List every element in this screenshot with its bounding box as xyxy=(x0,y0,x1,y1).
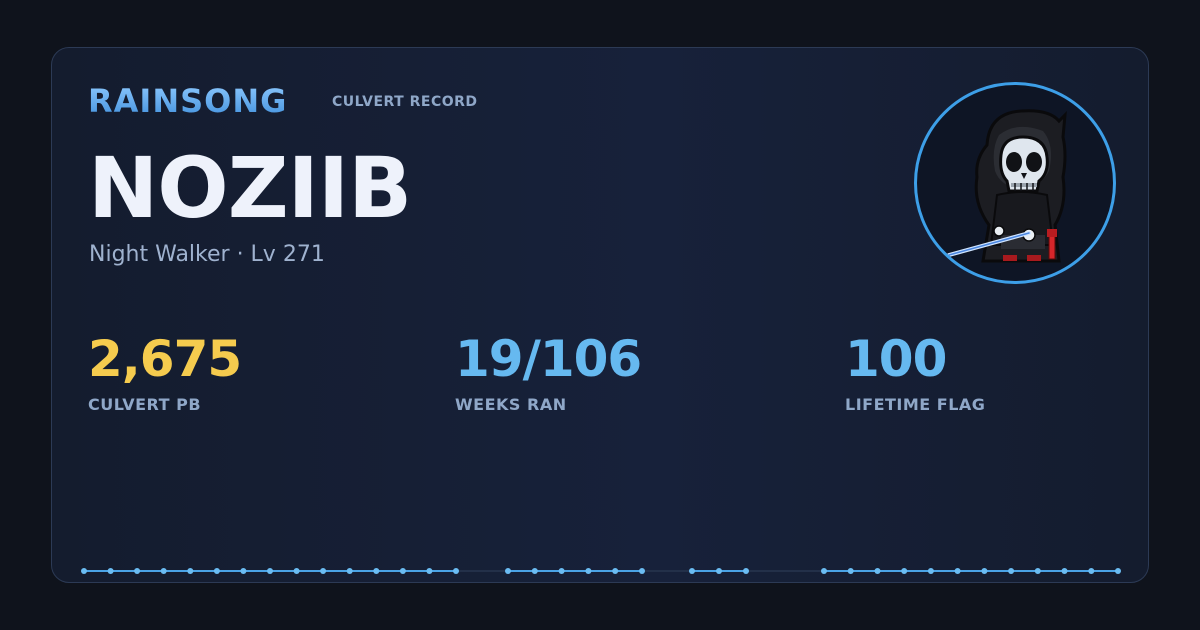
brand-logo: RAINSONG xyxy=(88,82,288,120)
timeline-week-dot xyxy=(612,568,619,574)
timeline-week-dot xyxy=(1034,568,1041,574)
timeline-week-dot xyxy=(716,568,722,574)
character-class-level: Night Walker · Lv 271 xyxy=(89,242,325,267)
timeline-week-dot xyxy=(927,568,934,574)
timeline-week-dot xyxy=(874,568,881,574)
timeline-week-dot xyxy=(1115,568,1121,574)
stat-label: CULVERT PB xyxy=(88,395,202,414)
timeline-week-dot xyxy=(847,568,854,574)
stat-culvert-pb: 2,675 CULVERT PB xyxy=(88,330,242,415)
timeline-week-dot xyxy=(160,568,167,574)
timeline-week-dot xyxy=(1061,568,1068,574)
timeline-week-dot xyxy=(81,568,87,574)
timeline-week-dot xyxy=(531,568,538,574)
stat-value: 100 xyxy=(845,330,947,388)
stat-value: 19/106 xyxy=(455,330,642,388)
avatar xyxy=(914,82,1116,284)
timeline-week-dot xyxy=(585,568,592,574)
timeline-week-dot xyxy=(213,568,220,574)
timeline-week-dot xyxy=(743,568,749,574)
timeline-week-dot xyxy=(821,568,827,574)
timeline-week-dot xyxy=(954,568,961,574)
timeline-week-dot xyxy=(1008,568,1015,574)
timeline-week-dot xyxy=(558,568,565,574)
timeline-week-dot xyxy=(981,568,988,574)
stat-weeks-ran: 19/106 WEEKS RAN xyxy=(455,330,642,415)
stat-label: WEEKS RAN xyxy=(455,395,567,414)
stat-label: LIFETIME FLAG xyxy=(845,395,986,414)
timeline-week-dot xyxy=(240,568,247,574)
timeline-week-dot xyxy=(293,568,300,574)
timeline-week-dot xyxy=(107,568,114,574)
stat-value: 2,675 xyxy=(88,330,242,388)
timeline-week-dot xyxy=(453,568,459,574)
timeline-week-dot xyxy=(320,568,327,574)
timeline-week-dot xyxy=(505,568,511,574)
stat-lifetime-flag: 100 LIFETIME FLAG xyxy=(845,330,985,415)
timeline-week-dot xyxy=(399,568,406,574)
participation-timeline xyxy=(81,568,1121,574)
timeline-week-dot xyxy=(267,568,273,574)
character-name: NOZIIB xyxy=(88,139,412,237)
timeline-week-dot xyxy=(134,568,141,574)
timeline-week-dot xyxy=(901,568,908,574)
record-label: CULVERT RECORD xyxy=(332,94,478,110)
timeline-week-dot xyxy=(689,568,695,574)
reaper-character-icon xyxy=(947,109,1067,263)
timeline-week-dot xyxy=(187,568,194,574)
timeline-week-dot xyxy=(373,568,380,574)
timeline-week-dot xyxy=(639,568,645,574)
timeline-week-dot xyxy=(426,568,433,574)
timeline-week-dot xyxy=(1088,568,1095,574)
profile-card: RAINSONG CULVERT RECORD NOZIIB Night Wal… xyxy=(51,47,1149,583)
timeline-week-dot xyxy=(346,568,353,574)
